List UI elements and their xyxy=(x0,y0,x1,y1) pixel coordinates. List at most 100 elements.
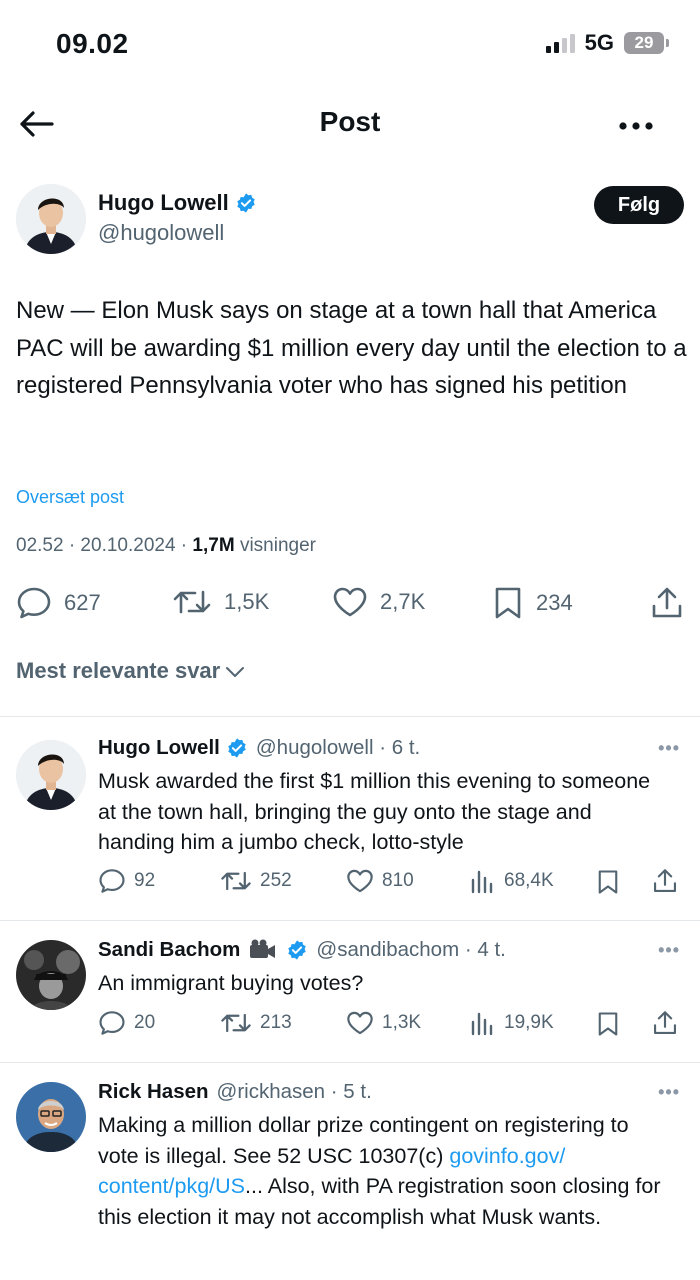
share-action[interactable] xyxy=(652,868,678,894)
avatar[interactable] xyxy=(16,940,86,1010)
reply-icon xyxy=(99,1011,125,1035)
reply-count: 20 xyxy=(134,1012,156,1033)
reply-item[interactable]: Sandi Bachom @sandibachom · 4 t. ••• An … xyxy=(0,922,700,1062)
verified-badge-icon xyxy=(288,940,307,960)
network-label: 5G xyxy=(584,30,614,55)
follow-button[interactable]: Følg xyxy=(594,186,684,224)
bookmark-count: 234 xyxy=(536,590,573,615)
like-count: 810 xyxy=(382,870,414,891)
heart-icon xyxy=(347,1011,373,1035)
more-options-icon[interactable] xyxy=(618,110,654,134)
bookmark-action[interactable] xyxy=(596,1010,620,1038)
reply-author-name[interactable]: Rick Hasen xyxy=(98,1080,209,1104)
views-count: 19,9K xyxy=(504,1012,554,1033)
avatar[interactable] xyxy=(16,1082,86,1152)
bookmark-icon xyxy=(598,870,618,894)
more-options-icon[interactable]: ••• xyxy=(658,940,680,961)
status-time: 09.02 xyxy=(56,28,129,59)
reply-handle-time: @sandibachom · 4 t. xyxy=(316,938,506,961)
share-action[interactable] xyxy=(652,1010,678,1036)
verified-badge-icon xyxy=(237,193,255,213)
post-meta: 02.52 · 20.10.2024 · 1,7M visninger xyxy=(16,535,316,557)
reply-count: 92 xyxy=(134,870,156,891)
bookmark-icon xyxy=(495,587,521,619)
repost-action[interactable]: 213 xyxy=(220,1010,292,1036)
repost-action[interactable]: 1,5K xyxy=(172,586,269,618)
reply-action[interactable]: 92 xyxy=(98,868,155,894)
signal-icon xyxy=(545,33,575,53)
sort-replies-dropdown[interactable]: Mest relevante svar xyxy=(16,658,246,684)
views-action[interactable]: 68,4K xyxy=(470,868,554,894)
reply-action-bar: 92 252 810 68,4K xyxy=(98,868,688,900)
heart-icon xyxy=(333,587,367,617)
repost-icon xyxy=(221,1013,251,1033)
heart-icon xyxy=(347,869,373,893)
reply-header: Sandi Bachom @sandibachom · 4 t. xyxy=(98,938,680,962)
reply-icon xyxy=(99,869,125,893)
verified-badge-icon xyxy=(228,738,246,758)
author-handle[interactable]: @hugolowell xyxy=(98,220,224,246)
views-action[interactable]: 19,9K xyxy=(470,1010,554,1036)
repost-action[interactable]: 252 xyxy=(220,868,292,894)
translate-post-link[interactable]: Oversæt post xyxy=(16,487,124,508)
avatar[interactable] xyxy=(16,740,86,810)
bookmark-action[interactable]: 234 xyxy=(492,586,573,620)
avatar[interactable] xyxy=(16,184,86,254)
post-author-header: Hugo Lowell @hugolowell Følg xyxy=(16,182,684,254)
reply-item[interactable]: Hugo Lowell @hugolowell · 6 t. ••• Musk … xyxy=(0,720,700,920)
battery-icon: 29 xyxy=(624,32,669,54)
reply-action[interactable]: 20 xyxy=(98,1010,155,1036)
divider xyxy=(0,1062,700,1063)
more-options-icon[interactable]: ••• xyxy=(658,1082,680,1103)
top-nav: Post xyxy=(0,96,700,152)
status-icons: 5G 29 xyxy=(545,30,669,56)
like-action[interactable]: 810 xyxy=(346,868,414,894)
video-camera-icon xyxy=(250,939,276,958)
post-action-bar: 627 1,5K 2,7K 234 xyxy=(16,586,688,626)
reply-item[interactable]: Rick Hasen @rickhasen · 5 t. ••• Making … xyxy=(0,1064,700,1280)
sort-label: Mest relevante svar xyxy=(16,658,221,683)
reply-header: Rick Hasen @rickhasen · 5 t. xyxy=(98,1080,680,1104)
reply-text: Musk awarded the first $1 million this e… xyxy=(98,769,651,854)
post-timestamp: 02.52 · 20.10.2024 · xyxy=(16,535,193,556)
like-action[interactable]: 2,7K xyxy=(332,586,425,618)
views-count: 1,7M xyxy=(192,535,235,556)
like-action[interactable]: 1,3K xyxy=(346,1010,421,1036)
views-icon xyxy=(471,870,493,894)
divider xyxy=(0,716,700,717)
views-icon xyxy=(471,1012,493,1036)
repost-icon xyxy=(221,871,251,891)
views-count: 68,4K xyxy=(504,870,554,891)
share-action[interactable] xyxy=(650,586,684,620)
like-count: 2,7K xyxy=(380,589,426,614)
bookmark-action[interactable] xyxy=(596,868,620,896)
reply-action[interactable]: 627 xyxy=(16,586,101,620)
reply-handle-time: @hugolowell · 6 t. xyxy=(255,736,421,759)
share-icon xyxy=(653,1011,677,1035)
repost-count: 252 xyxy=(260,870,292,891)
reply-text: An immigrant buying votes? xyxy=(98,971,364,995)
reply-author-name[interactable]: Sandi Bachom xyxy=(98,938,240,962)
post-text: New — Elon Musk says on stage at a town … xyxy=(16,297,687,399)
more-options-icon[interactable]: ••• xyxy=(658,738,680,759)
reply-handle-time: @rickhasen · 5 t. xyxy=(216,1080,372,1103)
reply-author-name[interactable]: Hugo Lowell xyxy=(98,736,220,760)
author-name-row[interactable]: Hugo Lowell xyxy=(98,190,257,216)
status-bar: 09.02 5G 29 xyxy=(0,0,700,88)
battery-level: 29 xyxy=(634,33,654,52)
repost-count: 213 xyxy=(260,1012,292,1033)
reply-action-bar: 20 213 1,3K 19,9K xyxy=(98,1010,688,1042)
share-icon xyxy=(652,587,682,618)
chevron-down-icon xyxy=(226,667,245,677)
divider xyxy=(0,920,700,921)
reply-header: Hugo Lowell @hugolowell · 6 t. xyxy=(98,736,680,760)
reply-count: 627 xyxy=(64,590,101,615)
repost-icon xyxy=(173,590,211,614)
page-title: Post xyxy=(319,106,381,137)
repost-count: 1,5K xyxy=(224,589,270,614)
author-name[interactable]: Hugo Lowell xyxy=(98,190,229,216)
like-count: 1,3K xyxy=(382,1012,422,1033)
share-icon xyxy=(653,869,677,893)
bookmark-icon xyxy=(598,1012,618,1036)
views-label: visninger xyxy=(234,535,316,556)
